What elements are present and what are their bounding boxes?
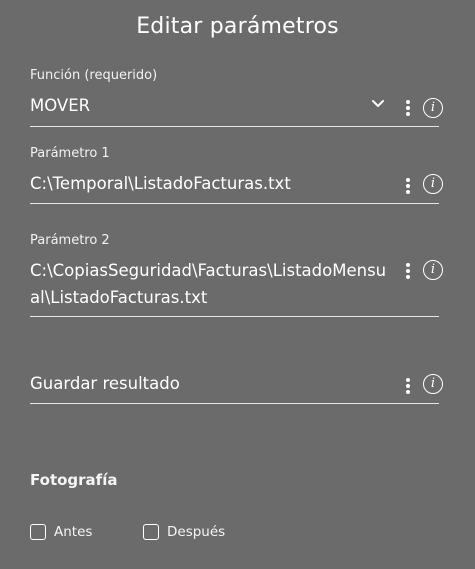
save-result-info-icon[interactable]: i — [423, 374, 443, 394]
before-checkbox[interactable]: Antes — [30, 524, 92, 540]
parameter-1-field[interactable]: Parámetro 1 C:\Temporal\ListadoFacturas.… — [30, 146, 443, 206]
photo-section-title: Fotografía — [30, 471, 118, 489]
parameter-1-info-icon[interactable]: i — [423, 174, 443, 194]
parameter-1-label: Parámetro 1 — [30, 146, 110, 161]
save-result-underline — [30, 403, 439, 404]
after-checkbox-box[interactable] — [143, 524, 159, 540]
save-result-field[interactable]: Guardar resultado i — [30, 370, 443, 406]
parameter-2-info-icon[interactable]: i — [423, 260, 443, 280]
parameter-1-menu-icon[interactable] — [405, 178, 411, 198]
parameter-2-input[interactable]: C:\CopiasSeguridad\Facturas\ListadoMensu… — [30, 257, 387, 311]
parameter-2-label: Parámetro 2 — [30, 233, 110, 248]
parameter-2-menu-icon[interactable] — [405, 263, 411, 283]
parameter-2-field[interactable]: Parámetro 2 C:\CopiasSeguridad\Facturas\… — [30, 233, 443, 319]
before-checkbox-box[interactable] — [30, 524, 46, 540]
function-menu-icon[interactable] — [405, 100, 411, 120]
function-field[interactable]: Función (requerido) MOVER i — [30, 68, 443, 128]
parameter-2-underline — [30, 316, 439, 317]
function-info-icon[interactable]: i — [423, 98, 443, 118]
save-result-input[interactable]: Guardar resultado — [30, 370, 180, 397]
after-checkbox[interactable]: Después — [143, 524, 225, 540]
after-checkbox-label[interactable]: Después — [167, 524, 225, 540]
function-select[interactable]: MOVER — [30, 92, 90, 119]
before-checkbox-label[interactable]: Antes — [54, 524, 92, 540]
parameter-1-underline — [30, 203, 439, 204]
save-result-menu-icon[interactable] — [405, 378, 411, 398]
function-label: Función (requerido) — [30, 68, 158, 83]
function-underline — [30, 126, 439, 127]
parameter-1-input[interactable]: C:\Temporal\ListadoFacturas.txt — [30, 170, 291, 197]
chevron-down-icon[interactable] — [371, 99, 385, 109]
dialog-title: Editar parámetros — [136, 14, 339, 39]
